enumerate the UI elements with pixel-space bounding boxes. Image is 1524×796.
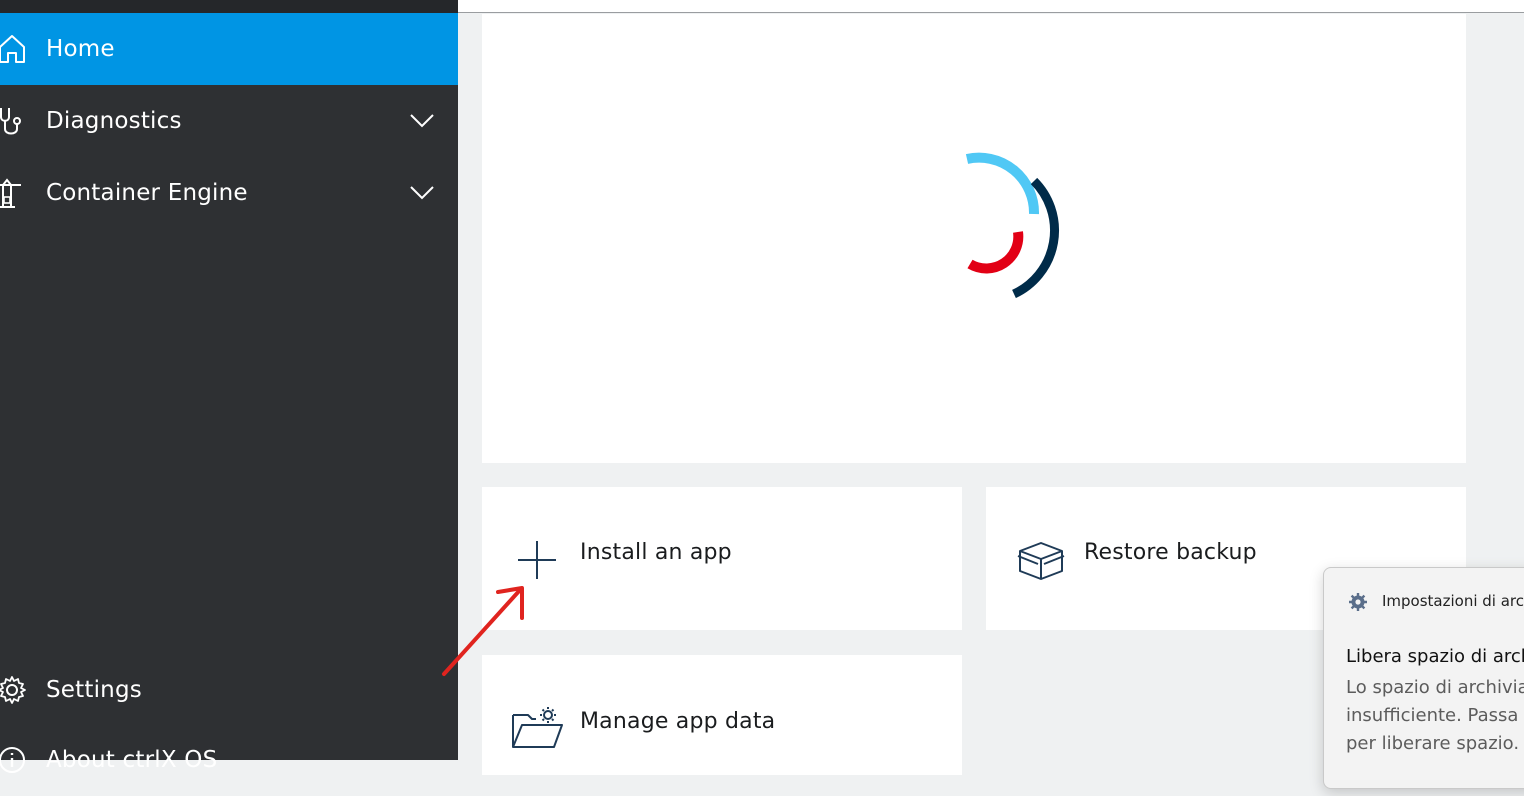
sidebar-item-label: Settings [46, 677, 142, 703]
home-icon [0, 33, 28, 65]
sidebar-item-label: Home [46, 36, 115, 62]
notification-title: Libera spazio di archiviazione [1346, 646, 1524, 667]
box-icon [1017, 542, 1065, 580]
gear-icon [0, 674, 28, 706]
notification-app-name: Impostazioni di archiviazione [1382, 592, 1524, 610]
sidebar: Home Diagnostics Container Engine Settin… [0, 0, 458, 773]
storage-notification[interactable]: Impostazioni di archiviazione Libera spa… [1323, 567, 1524, 789]
chevron-down-icon[interactable] [410, 186, 434, 200]
restore-backup-label: Restore backup [1084, 540, 1257, 565]
loading-card [482, 14, 1466, 463]
chevron-down-icon[interactable] [410, 114, 434, 128]
sidebar-item-settings[interactable]: Settings [0, 654, 458, 726]
manage-app-data-label: Manage app data [580, 709, 776, 734]
install-app-tile[interactable]: Install an app [482, 487, 962, 630]
folder-gear-icon [512, 707, 563, 748]
annotation-arrow [442, 586, 524, 676]
crane-icon [0, 177, 28, 209]
sidebar-item-container-engine[interactable]: Container Engine [0, 157, 458, 229]
sidebar-item-diagnostics[interactable]: Diagnostics [0, 85, 458, 157]
main-header-strip [458, 0, 1524, 13]
info-icon [0, 744, 28, 776]
sidebar-item-home[interactable]: Home [0, 13, 458, 85]
sidebar-item-about[interactable]: About ctrlX OS [0, 724, 458, 796]
notification-body: Lo spazio di archiviazione è insufficien… [1346, 677, 1524, 754]
sidebar-item-label: About ctrlX OS [46, 747, 218, 773]
install-app-label: Install an app [580, 540, 732, 565]
manage-app-data-tile[interactable]: Manage app data [482, 655, 962, 775]
gear-icon [1349, 593, 1367, 611]
loading-spinner-icon [965, 152, 1060, 299]
sidebar-header-strip [0, 0, 458, 13]
sidebar-item-label: Container Engine [46, 180, 248, 206]
sidebar-item-label: Diagnostics [46, 108, 182, 134]
stethoscope-icon [0, 105, 28, 137]
plus-icon [518, 541, 556, 579]
